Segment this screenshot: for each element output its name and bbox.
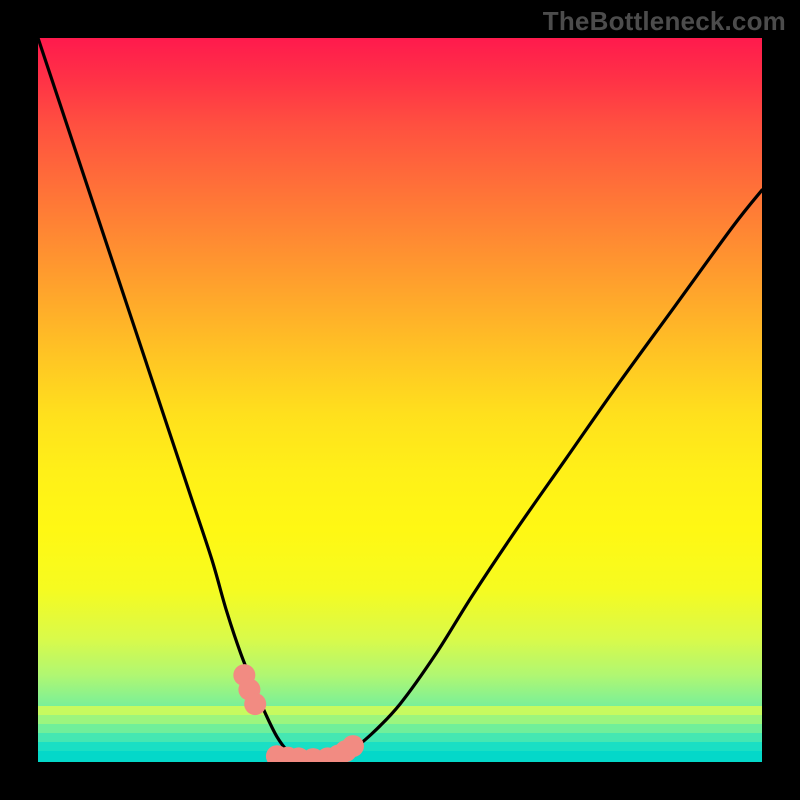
watermark-text: TheBottleneck.com (543, 6, 786, 37)
highlighted-points (38, 38, 762, 762)
chart-frame: TheBottleneck.com (0, 0, 800, 800)
data-point (244, 693, 266, 715)
data-point (342, 735, 364, 757)
